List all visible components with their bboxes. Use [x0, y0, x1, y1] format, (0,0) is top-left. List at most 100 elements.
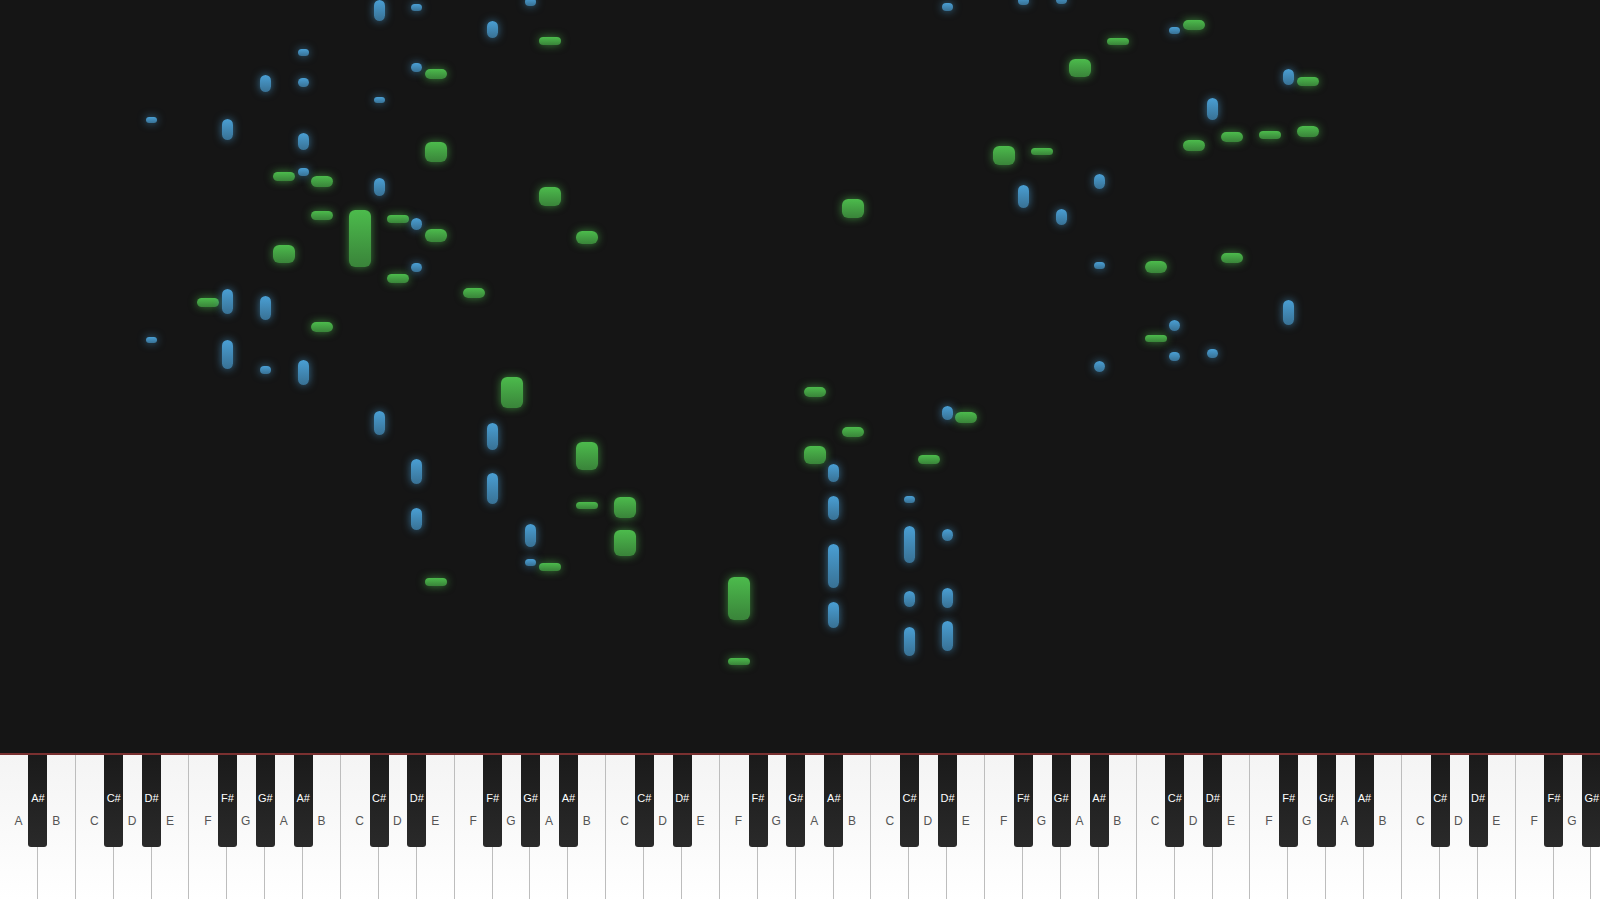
falling-note — [614, 497, 636, 518]
falling-note — [904, 591, 915, 607]
black-key[interactable]: C# — [370, 755, 389, 847]
falling-note — [1145, 335, 1167, 342]
black-key[interactable]: F# — [1279, 755, 1298, 847]
black-key[interactable]: A# — [824, 755, 843, 847]
falling-note — [222, 340, 233, 370]
key-label: B — [1379, 815, 1387, 827]
black-key[interactable]: C# — [900, 755, 919, 847]
falling-note — [1169, 320, 1180, 331]
falling-note — [411, 263, 422, 271]
falling-note — [904, 627, 915, 657]
key-label: B — [318, 815, 326, 827]
key-label: G — [772, 815, 781, 827]
key-label: D — [1189, 815, 1198, 827]
falling-note — [349, 210, 371, 267]
key-label: D# — [940, 793, 954, 804]
key-label: E — [431, 815, 439, 827]
key-label: C — [886, 815, 895, 827]
keyboard: ABCDEFGABCDEFGABCDEFGABCDEFGABCDEFGABCDE… — [0, 753, 1600, 899]
falling-note — [425, 69, 447, 79]
black-key[interactable]: A# — [28, 755, 47, 847]
key-label: G — [506, 815, 515, 827]
falling-note — [273, 245, 295, 263]
black-key[interactable]: F# — [218, 755, 237, 847]
black-key[interactable]: D# — [673, 755, 692, 847]
note-canvas — [0, 0, 1600, 753]
falling-note — [146, 337, 157, 343]
key-label: F# — [486, 793, 499, 804]
key-label: C — [1416, 815, 1425, 827]
key-label: D# — [1471, 793, 1485, 804]
falling-note — [1283, 300, 1294, 324]
falling-note — [942, 3, 953, 11]
black-key[interactable]: F# — [483, 755, 502, 847]
black-key[interactable]: G# — [256, 755, 275, 847]
black-key[interactable]: G# — [786, 755, 805, 847]
falling-note — [804, 387, 826, 397]
falling-note — [1259, 131, 1281, 139]
key-label: E — [962, 815, 970, 827]
black-key[interactable]: C# — [635, 755, 654, 847]
black-key[interactable]: A# — [1355, 755, 1374, 847]
falling-note — [525, 559, 536, 566]
falling-note — [1283, 69, 1294, 85]
key-label: B — [52, 815, 60, 827]
falling-note — [728, 658, 750, 665]
black-key[interactable]: C# — [1165, 755, 1184, 847]
key-label: G — [1567, 815, 1576, 827]
falling-note — [1094, 262, 1105, 268]
falling-note — [614, 530, 636, 557]
key-label: D — [128, 815, 137, 827]
black-key[interactable]: D# — [1203, 755, 1222, 847]
falling-note — [1069, 59, 1091, 76]
key-label: F — [204, 815, 211, 827]
black-key[interactable]: A# — [559, 755, 578, 847]
falling-note — [311, 176, 333, 187]
falling-note — [1094, 174, 1105, 189]
falling-note — [1056, 0, 1067, 4]
falling-note — [425, 578, 447, 586]
black-key[interactable]: C# — [104, 755, 123, 847]
key-label: G — [241, 815, 250, 827]
black-key[interactable]: G# — [1582, 755, 1600, 847]
black-key[interactable]: D# — [938, 755, 957, 847]
falling-note — [487, 423, 498, 451]
black-key[interactable]: D# — [407, 755, 426, 847]
falling-note — [1169, 27, 1180, 34]
falling-note — [842, 199, 864, 217]
key-label: A# — [562, 793, 575, 804]
black-key[interactable]: D# — [142, 755, 161, 847]
black-key[interactable]: F# — [749, 755, 768, 847]
falling-note — [842, 427, 864, 437]
key-label: G# — [789, 793, 804, 804]
key-label: D# — [145, 793, 159, 804]
falling-note — [1297, 126, 1319, 137]
key-label: A# — [1358, 793, 1371, 804]
falling-note — [1094, 361, 1105, 371]
black-key[interactable]: D# — [1469, 755, 1488, 847]
key-label: B — [1113, 815, 1121, 827]
falling-note — [525, 524, 536, 547]
falling-note — [918, 455, 940, 464]
falling-note — [993, 146, 1015, 165]
black-key[interactable]: G# — [1317, 755, 1336, 847]
black-key[interactable]: F# — [1014, 755, 1033, 847]
key-label: G# — [523, 793, 538, 804]
falling-note — [576, 442, 598, 471]
falling-note — [1207, 98, 1218, 119]
falling-note — [955, 412, 977, 422]
black-key[interactable]: A# — [294, 755, 313, 847]
falling-note — [501, 377, 523, 409]
falling-note — [1183, 20, 1205, 30]
falling-note — [828, 602, 839, 628]
falling-note — [539, 37, 561, 45]
black-key[interactable]: G# — [521, 755, 540, 847]
falling-note — [411, 508, 422, 529]
key-label: E — [1227, 815, 1235, 827]
black-key[interactable]: A# — [1090, 755, 1109, 847]
black-key[interactable]: F# — [1544, 755, 1563, 847]
black-key[interactable]: G# — [1052, 755, 1071, 847]
black-key[interactable]: C# — [1431, 755, 1450, 847]
key-label: A — [280, 815, 288, 827]
falling-note — [374, 0, 385, 20]
